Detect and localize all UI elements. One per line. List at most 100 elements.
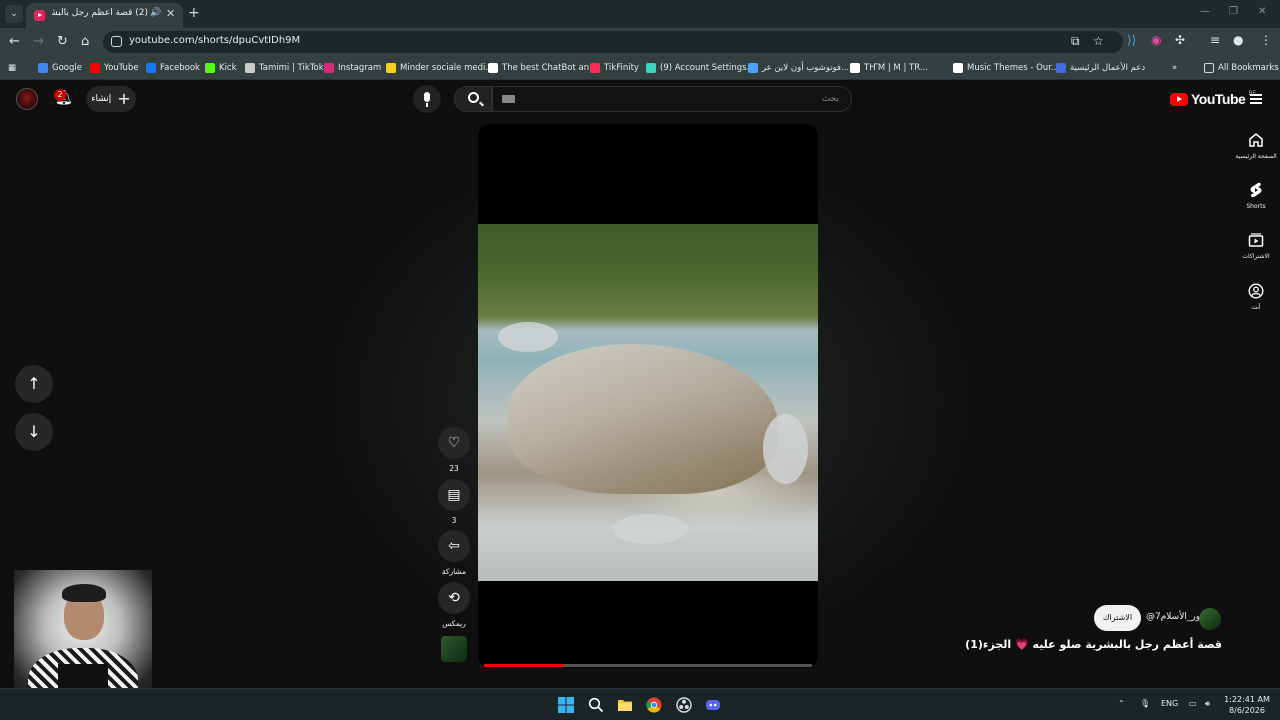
bookmark-label: Minder sociale medi... <box>400 63 494 73</box>
youtube-wordmark: YouTube <box>1191 91 1246 107</box>
bookmark-label: TҤΜ | M | ТR... <box>864 63 928 73</box>
progress-bar[interactable] <box>484 664 812 667</box>
river-stone <box>763 414 808 484</box>
river-stone <box>498 322 558 352</box>
tab-search-button[interactable]: ⌄ <box>5 5 23 23</box>
bookmark-item[interactable]: دعم الأعمال الرئيسية <box>1056 61 1145 75</box>
search-button[interactable] <box>454 86 492 112</box>
folder-icon <box>1204 63 1214 73</box>
remix-button[interactable]: ⟲ ريمكس <box>438 582 470 628</box>
extensions-puzzle-icon[interactable]: ✣ <box>1175 33 1185 47</box>
media-controls-icon[interactable]: ≡ <box>1210 33 1220 47</box>
bookmark-item[interactable]: Music Themes - Our... <box>953 61 1059 75</box>
bookmark-item[interactable]: TҤΜ | M | ТR... <box>850 61 928 75</box>
discord-icon[interactable] <box>705 697 721 713</box>
apps-grid-icon[interactable]: ▦ <box>8 61 16 75</box>
taskbar-search-icon[interactable] <box>588 697 604 713</box>
shorts-player[interactable] <box>478 124 818 668</box>
install-app-icon[interactable]: ⧉ <box>1071 34 1080 49</box>
subscribe-button[interactable]: الاشتراك <box>1094 605 1141 631</box>
bookmark-item[interactable]: Minder sociale medi... <box>386 61 493 75</box>
chrome-icon[interactable] <box>646 697 662 713</box>
voice-search-mic-icon[interactable] <box>413 85 441 113</box>
active-tab[interactable]: (2) قصة أعظم رجل بالبشرية 🔊 ✕ <box>26 3 183 28</box>
channel-handle[interactable]: @نور_الأسلام7 <box>1146 612 1203 622</box>
reload-icon[interactable]: ↻ <box>57 34 68 49</box>
extension-wave-icon[interactable]: ⟩⟩ <box>1127 33 1136 47</box>
search-input[interactable]: بحث <box>492 86 852 112</box>
extension-shield-icon[interactable]: ◉ <box>1151 33 1161 47</box>
like-count: 23 <box>449 464 459 473</box>
bookmarks-bar: ▦ Google YouTube Facebook Kick Tamimi | TikT… <box>0 56 1280 80</box>
speaker-icon[interactable]: 🔊 <box>150 8 161 18</box>
bookmark-item[interactable]: The best ChatBot an... <box>488 61 597 75</box>
bookmark-item[interactable]: Instagram <box>324 61 381 75</box>
system-clock[interactable]: 1:22:41 AM 8/6/2026 <box>1222 694 1272 716</box>
browser-toolbar: ← → ↻ ⌂ youtube.com/shorts/dpuCvtIDh9M ⧉… <box>0 28 1280 56</box>
bookmark-item[interactable]: فوتوشوب أون لاين عر... <box>748 61 849 75</box>
input-language[interactable]: ENG <box>1161 699 1178 708</box>
bookmarks-overflow-button[interactable]: » <box>1172 61 1177 75</box>
keyboard-icon[interactable] <box>502 95 515 103</box>
forward-arrow-icon[interactable]: → <box>33 34 44 49</box>
bookmark-item[interactable]: Kick <box>205 61 237 75</box>
bookmark-star-icon[interactable]: ☆ <box>1093 34 1104 48</box>
file-explorer-icon[interactable] <box>617 697 633 713</box>
plus-icon: + <box>117 89 131 108</box>
create-button[interactable]: إنشاء + <box>86 86 136 112</box>
new-tab-button[interactable]: + <box>188 5 200 21</box>
site-info-icon[interactable] <box>111 36 122 47</box>
bookmark-item[interactable]: TikFinity <box>590 61 639 75</box>
comment-count: 3 <box>451 516 457 525</box>
comments-button[interactable]: ▤ 3 <box>438 479 470 525</box>
address-bar[interactable]: youtube.com/shorts/dpuCvtIDh9M ⧉ ☆ <box>103 31 1123 53</box>
window-close-button[interactable]: ✕ <box>1258 6 1266 17</box>
youtube-logo[interactable]: YouTube BE <box>1170 90 1256 108</box>
channel-avatar[interactable] <box>1199 608 1221 630</box>
all-bookmarks-button[interactable]: All Bookmarks <box>1204 61 1279 75</box>
notifications-badge: 2 <box>54 89 66 101</box>
next-short-arrow-down-icon[interactable]: ↓ <box>15 413 53 451</box>
tab-close-button[interactable]: ✕ <box>166 7 175 20</box>
guide-item-shorts[interactable]: Shorts <box>1234 182 1278 210</box>
minimize-button[interactable]: — <box>1200 6 1210 17</box>
clock-date: 8/6/2026 <box>1229 706 1265 715</box>
guide-item-you[interactable]: أنت <box>1234 283 1278 311</box>
guide-menu-icon[interactable] <box>1250 94 1262 104</box>
back-arrow-icon[interactable]: ← <box>9 34 20 49</box>
guide-item-subscriptions[interactable]: الاشتراكات <box>1234 232 1278 260</box>
remix-icon: ⟲ <box>438 582 470 614</box>
bookmark-item[interactable]: Google <box>38 61 82 75</box>
account-avatar[interactable] <box>16 88 38 110</box>
bookmark-label: Facebook <box>160 63 200 73</box>
sound-source-thumbnail[interactable] <box>441 636 467 662</box>
all-bookmarks-label: All Bookmarks <box>1218 63 1279 73</box>
home-icon[interactable]: ⌂ <box>81 34 89 49</box>
volume-icon[interactable]: 🔊︎ <box>1205 699 1210 709</box>
like-button[interactable]: ♡ 23 <box>438 427 470 473</box>
bookmark-item[interactable]: (9) Account Settings... <box>646 61 755 75</box>
youtube-play-icon <box>1170 92 1188 106</box>
guide-item-home[interactable]: الصفحة الرئيسية <box>1234 132 1278 160</box>
share-button[interactable]: ⇦ مشاركة <box>438 530 470 576</box>
youtube-page: 🔔︎ 2 إنشاء + بحث YouTube BE الصفحة الرئي… <box>0 80 1280 688</box>
windows-start-icon[interactable] <box>558 697 574 713</box>
share-label: مشاركة <box>441 567 467 576</box>
bookmark-item[interactable]: Facebook <box>146 61 200 75</box>
obs-studio-icon[interactable] <box>676 697 692 713</box>
windows-taskbar: ⌃ 🎙︎ ENG ▭ 🔊︎ 1:22:41 AM 8/6/2026 <box>0 688 1280 720</box>
browser-menu-icon[interactable]: ⋮ <box>1260 33 1272 47</box>
tray-overflow-chevron-icon[interactable]: ⌃ <box>1118 699 1125 708</box>
bookmark-favicon-icon <box>850 63 860 73</box>
comment-icon: ▤ <box>438 479 470 511</box>
river-rock <box>508 344 778 494</box>
restore-button[interactable]: ❐ <box>1229 6 1238 17</box>
search-icon <box>468 92 479 103</box>
previous-short-arrow-up-icon[interactable]: ↑ <box>15 365 53 403</box>
profile-avatar[interactable]: ● <box>1233 33 1243 47</box>
clock-time: 1:22:41 AM <box>1224 695 1270 704</box>
microphone-tray-icon[interactable]: 🎙︎ <box>1140 699 1150 708</box>
bookmark-item[interactable]: YouTube <box>90 61 139 75</box>
bookmark-item[interactable]: Tamimi | TikTok <box>245 61 324 75</box>
network-icon[interactable]: ▭ <box>1189 699 1197 708</box>
